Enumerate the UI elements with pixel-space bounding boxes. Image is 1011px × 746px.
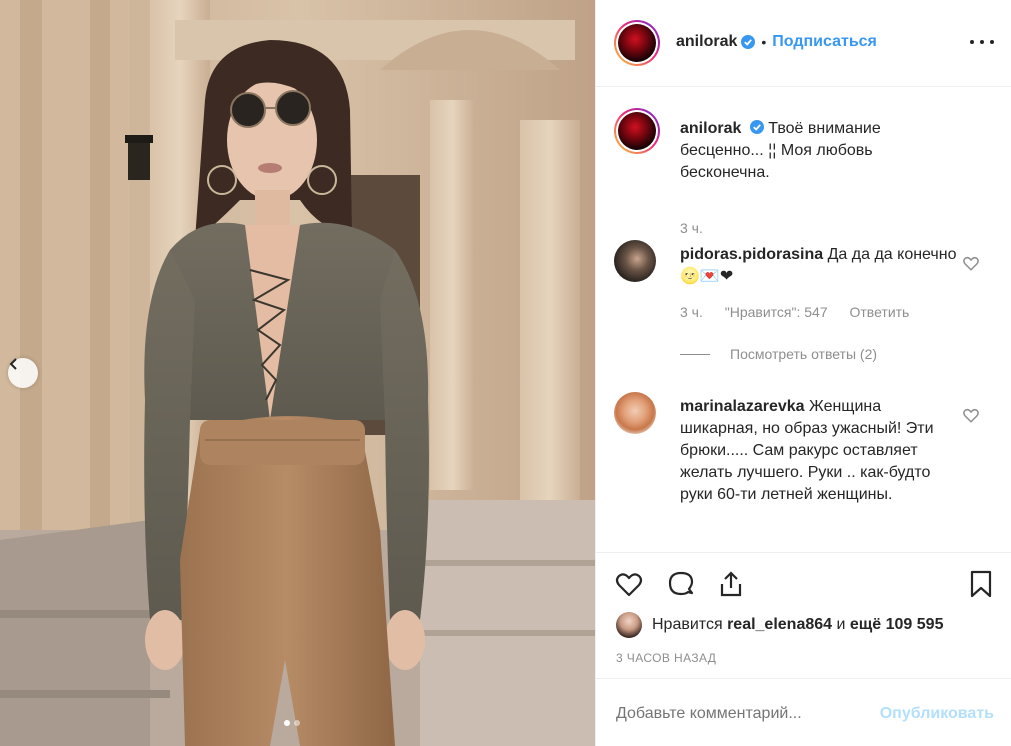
publish-button[interactable]: Опубликовать (880, 705, 994, 723)
header-separator: • (761, 34, 767, 50)
add-comment-form: Опубликовать (596, 678, 1011, 746)
photo-illustration (0, 0, 595, 746)
caption-username[interactable]: anilorak (680, 120, 741, 137)
likes-connector: и (836, 616, 846, 633)
comment-body: pidoras.pidorasina Да да да конечно🌝💌❤ (680, 244, 960, 288)
view-replies-label: Посмотреть ответы (2) (730, 346, 878, 362)
comment-likes-count[interactable]: "Нравится": 547 (725, 304, 828, 320)
heart-icon[interactable] (614, 569, 644, 599)
comment-time[interactable]: 3 ч. (680, 304, 703, 320)
post-sidebar: anilorak • Подписаться anilorak Твоё вни (595, 0, 1011, 746)
share-icon[interactable] (716, 569, 746, 599)
post-header: anilorak • Подписаться (596, 0, 1011, 87)
commenter-avatar[interactable] (614, 240, 656, 282)
commenter-username[interactable]: pidoras.pidorasina (680, 246, 823, 263)
carousel-dot (294, 720, 300, 726)
post-timestamp[interactable]: 3 ЧАСОВ НАЗАД (616, 651, 716, 665)
post-photo[interactable] (0, 0, 595, 746)
comments-list[interactable]: anilorak Твоё внимание бесценно... ¦¦ Мо… (596, 88, 1011, 550)
bookmark-icon[interactable] (966, 569, 996, 599)
likes-summary: Нравится real_elena864 и ещё 109 595 (616, 612, 943, 638)
comment-icon[interactable] (666, 569, 696, 599)
likes-prefix: Нравится (652, 616, 723, 633)
caption-avatar[interactable] (614, 108, 660, 154)
reply-button[interactable]: Ответить (850, 304, 910, 320)
liker-avatar[interactable] (616, 612, 642, 638)
caption-meta: 3 ч. (680, 220, 721, 236)
liker-username[interactable]: real_elena864 (727, 616, 832, 634)
more-options-icon[interactable] (970, 30, 994, 54)
replies-divider (680, 353, 710, 355)
comment-body: marinalazarevka Женщина шикарная, но обр… (680, 396, 960, 506)
carousel-dot-active (284, 720, 290, 726)
author-avatar[interactable] (614, 20, 660, 66)
author-username[interactable]: anilorak (676, 33, 737, 51)
caption-time[interactable]: 3 ч. (680, 220, 703, 236)
verified-badge-icon (741, 35, 756, 49)
view-replies-button[interactable]: Посмотреть ответы (2) (680, 346, 877, 362)
caption-body: anilorak Твоё внимание бесценно... ¦¦ Мо… (680, 118, 960, 184)
carousel-indicator (284, 720, 300, 726)
action-bar (596, 552, 1011, 612)
comment-like-heart-icon[interactable] (962, 254, 980, 272)
follow-button[interactable]: Подписаться (772, 33, 877, 51)
comment-input[interactable] (616, 705, 866, 723)
comment-meta: 3 ч. "Нравится": 547 Ответить (680, 304, 927, 320)
likes-count[interactable]: ещё 109 595 (850, 616, 944, 634)
chevron-left-icon (9, 358, 17, 370)
commenter-username[interactable]: marinalazarevka (680, 398, 805, 415)
comment-like-heart-icon[interactable] (962, 406, 980, 424)
verified-badge-icon (749, 120, 764, 134)
carousel-prev-button[interactable] (8, 358, 38, 388)
commenter-avatar[interactable] (614, 392, 656, 434)
